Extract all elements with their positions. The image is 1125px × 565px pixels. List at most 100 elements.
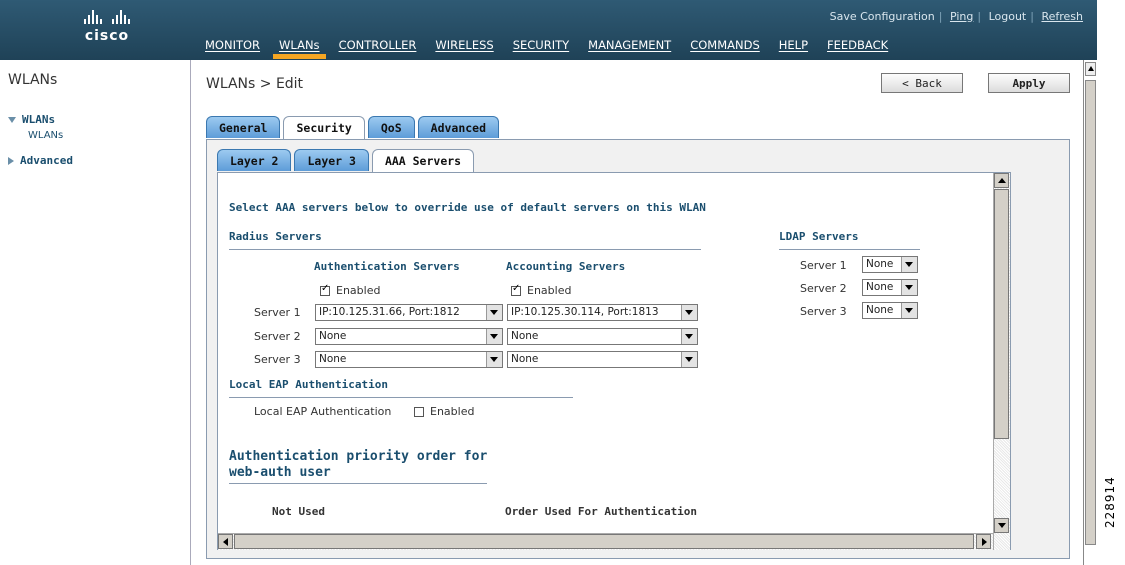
acct-server-2-select[interactable]: None bbox=[507, 328, 698, 345]
vertical-scroll-thumb[interactable] bbox=[994, 189, 1009, 439]
nav-controller[interactable]: CONTROLLER bbox=[339, 38, 417, 52]
nav-security[interactable]: SECURITY bbox=[513, 38, 569, 52]
not-used-heading: Not Used bbox=[272, 505, 325, 518]
acct-server-2-value: None bbox=[511, 330, 539, 342]
sidebar-subitem-wlans[interactable]: WLANs bbox=[28, 130, 63, 141]
subtab-layer-3[interactable]: Layer 3 bbox=[294, 149, 369, 171]
utility-links: Save Configuration | Ping | Logout | Refres… bbox=[826, 10, 1087, 23]
page-vertical-scrollbar[interactable] bbox=[1083, 60, 1098, 565]
order-used-heading: Order Used For Authentication bbox=[505, 505, 698, 518]
dropdown-arrow-icon bbox=[901, 303, 917, 318]
acct-server-1-select[interactable]: IP:10.125.30.114, Port:1813 bbox=[507, 304, 698, 321]
radius-server-3-label: Server 3 bbox=[254, 353, 301, 366]
page-scroll-thumb[interactable] bbox=[1085, 80, 1096, 545]
nav-feedback[interactable]: FEEDBACK bbox=[827, 38, 888, 52]
cisco-logo: cisco bbox=[52, 10, 162, 44]
local-eap-enabled-label: Enabled bbox=[430, 405, 475, 418]
acct-enabled-control[interactable]: Enabled bbox=[511, 283, 572, 297]
back-button[interactable]: < Back bbox=[881, 73, 963, 93]
radius-divider bbox=[229, 249, 701, 250]
ldap-divider bbox=[779, 249, 920, 250]
ldap-server-2-value: None bbox=[866, 281, 894, 293]
ldap-server-1-value: None bbox=[866, 258, 894, 270]
radius-server-1-label: Server 1 bbox=[254, 306, 301, 319]
nav-help[interactable]: HELP bbox=[779, 38, 808, 52]
tab-qos[interactable]: QoS bbox=[367, 116, 415, 138]
auth-enabled-checkbox[interactable] bbox=[320, 283, 330, 296]
sidebar: WLANs WLANs WLANs Advanced bbox=[0, 60, 191, 565]
acct-server-3-value: None bbox=[511, 353, 539, 365]
subtab-aaa-servers[interactable]: AAA Servers bbox=[371, 149, 475, 173]
local-eap-label: Local EAP Authentication bbox=[254, 405, 392, 418]
refresh-link[interactable]: Refresh bbox=[1037, 10, 1087, 23]
app-window: cisco Save Configuration | Ping | Logout | … bbox=[0, 0, 1098, 565]
save-configuration-link[interactable]: Save Configuration bbox=[826, 10, 939, 23]
auth-enabled-control[interactable]: Enabled bbox=[320, 283, 381, 297]
sidebar-item-wlans[interactable]: WLANs bbox=[8, 113, 55, 126]
auth-server-3-value: None bbox=[319, 353, 347, 365]
nav-wlans[interactable]: WLANs bbox=[273, 38, 326, 59]
ldap-server-1-select[interactable]: None bbox=[862, 256, 918, 273]
inner-vertical-scrollbar[interactable] bbox=[993, 173, 1010, 550]
ldap-server-3-select[interactable]: None bbox=[862, 302, 918, 319]
nav-monitor[interactable]: MONITOR bbox=[205, 38, 260, 52]
acct-enabled-checkbox[interactable] bbox=[511, 283, 521, 296]
accounting-servers-heading: Accounting Servers bbox=[506, 260, 626, 273]
nav-wireless[interactable]: WIRELESS bbox=[435, 38, 493, 52]
logout-link[interactable]: Logout bbox=[985, 10, 1031, 23]
ldap-server-2-label: Server 2 bbox=[800, 282, 847, 295]
auth-enabled-label: Enabled bbox=[336, 284, 381, 297]
dropdown-arrow-icon bbox=[681, 329, 697, 344]
figure-id: 228914 bbox=[1103, 476, 1117, 528]
sidebar-item-label: WLANs bbox=[22, 113, 56, 126]
tab-general[interactable]: General bbox=[206, 116, 281, 138]
dropdown-arrow-icon bbox=[901, 257, 917, 272]
cisco-logo-bars-icon bbox=[52, 10, 162, 24]
dropdown-arrow-icon bbox=[901, 280, 917, 295]
dropdown-arrow-icon bbox=[681, 352, 697, 367]
tab-security[interactable]: Security bbox=[283, 116, 365, 140]
auth-server-1-select[interactable]: IP:10.125.31.66, Port:1812 bbox=[315, 304, 503, 321]
ldap-server-3-label: Server 3 bbox=[800, 305, 847, 318]
apply-button[interactable]: Apply bbox=[988, 73, 1070, 93]
ldap-server-2-select[interactable]: None bbox=[862, 279, 918, 296]
scroll-right-icon[interactable] bbox=[976, 534, 991, 549]
inner-horizontal-scrollbar[interactable] bbox=[218, 533, 993, 550]
main-nav: MONITOR WLANs CONTROLLER WIRELESS SECURI… bbox=[205, 38, 907, 59]
scroll-up-icon[interactable] bbox=[994, 173, 1009, 188]
auth-server-3-select[interactable]: None bbox=[315, 351, 503, 368]
priority-divider bbox=[229, 483, 487, 484]
tab-advanced[interactable]: Advanced bbox=[417, 116, 500, 138]
aaa-intro-text: Select AAA servers below to override use… bbox=[229, 201, 706, 214]
auth-server-2-value: None bbox=[319, 330, 347, 342]
primary-tabs: General Security QoS Advanced bbox=[206, 116, 502, 140]
nav-management[interactable]: MANAGEMENT bbox=[588, 38, 671, 52]
ldap-server-3-value: None bbox=[866, 304, 894, 316]
local-eap-divider bbox=[229, 397, 573, 398]
scroll-down-icon[interactable] bbox=[994, 518, 1009, 533]
sidebar-item-label: Advanced bbox=[20, 154, 73, 167]
sidebar-title: WLANs bbox=[8, 72, 58, 88]
page-scroll-up-icon[interactable] bbox=[1085, 62, 1096, 76]
auth-server-2-select[interactable]: None bbox=[315, 328, 503, 345]
ping-link[interactable]: Ping bbox=[946, 10, 977, 23]
collapsed-arrow-icon bbox=[8, 157, 14, 165]
priority-order-heading-line-1: Authentication priority order for bbox=[229, 449, 488, 464]
ldap-server-1-label: Server 1 bbox=[800, 259, 847, 272]
acct-enabled-label: Enabled bbox=[527, 284, 572, 297]
subtab-layer-2[interactable]: Layer 2 bbox=[217, 149, 292, 171]
acct-server-1-value: IP:10.125.30.114, Port:1813 bbox=[511, 306, 659, 318]
local-eap-enabled-checkbox[interactable] bbox=[414, 407, 424, 417]
dropdown-arrow-icon bbox=[681, 305, 697, 320]
horizontal-scroll-thumb[interactable] bbox=[234, 534, 974, 549]
authentication-servers-heading: Authentication Servers bbox=[314, 260, 460, 273]
nav-commands[interactable]: COMMANDS bbox=[690, 38, 760, 52]
page-title: WLANs > Edit bbox=[206, 76, 304, 92]
scroll-left-icon[interactable] bbox=[218, 534, 233, 549]
auth-server-1-value: IP:10.125.31.66, Port:1812 bbox=[319, 306, 460, 318]
sidebar-item-advanced[interactable]: Advanced bbox=[8, 154, 73, 167]
expanded-arrow-icon bbox=[8, 117, 16, 123]
local-eap-enabled-control[interactable]: Enabled bbox=[414, 405, 474, 418]
dropdown-arrow-icon bbox=[486, 329, 502, 344]
acct-server-3-select[interactable]: None bbox=[507, 351, 698, 368]
